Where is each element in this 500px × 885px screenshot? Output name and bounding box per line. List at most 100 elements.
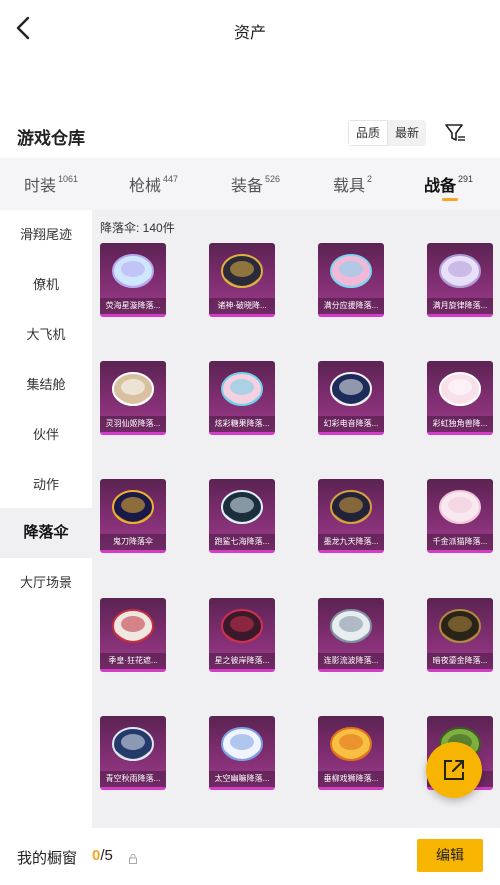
parachute-card: 荧海星漩降落... — [100, 243, 166, 317]
parachute-card: 幻彩电音降落... — [318, 361, 384, 435]
parachute-image — [112, 727, 154, 761]
showcase-count: 0/5 — [92, 847, 113, 864]
parachute-name: 垂柳戏狮降落... — [318, 771, 384, 787]
tab-combat-gear[interactable]: 战备 291 — [424, 172, 473, 196]
parachute-name: 灵羽仙姬降落... — [100, 416, 166, 432]
lock-icon — [128, 851, 138, 864]
parachute-image — [330, 727, 372, 761]
parachute-item[interactable]: 满月旋律降落... — [427, 243, 493, 317]
sidebar-item-big-plane[interactable]: 大飞机 — [0, 310, 92, 360]
parachute-name: 炫彩糖果降落... — [209, 416, 275, 432]
parachute-item[interactable]: 灵羽仙姬降落... — [100, 361, 166, 435]
parachute-image — [330, 609, 372, 643]
parachute-image — [221, 727, 263, 761]
item-grid: 降落伞: 140件 荧海星漩降落... 诸神·破晓降... 满分应援降落... 满月旋… — [92, 210, 500, 828]
sidebar-item-parachute[interactable]: 降落伞 — [0, 508, 92, 558]
sort-toggle: 品质 最新 — [348, 120, 427, 146]
showcase-bar: 我的橱窗 0/5 编辑 — [0, 828, 500, 885]
sidebar-item-partner[interactable]: 伙伴 — [0, 410, 92, 460]
parachute-name: 墨龙九天降落... — [318, 534, 384, 550]
sidebar-item-lobby-scene[interactable]: 大厅场景 — [0, 558, 92, 608]
tab-fashion[interactable]: 时装 1061 — [24, 172, 78, 196]
external-link-icon — [444, 760, 464, 780]
parachute-name: 彩虹独角兽降... — [427, 416, 493, 432]
parachute-name: 季皇·狂花遮... — [100, 653, 166, 669]
parachute-name: 荧海星漩降落... — [100, 298, 166, 314]
section-title: 游戏仓库 — [17, 129, 85, 148]
parachute-image — [439, 254, 481, 288]
parachute-item[interactable]: 星之彼岸降落... — [209, 598, 275, 672]
parachute-item[interactable]: 太空幽嘛降落... — [209, 716, 275, 790]
parachute-item[interactable]: 炫彩糖果降落... — [209, 361, 275, 435]
parachute-name: 暗夜鎏金降落... — [427, 653, 493, 669]
parachute-image — [439, 609, 481, 643]
filter-icon[interactable] — [444, 122, 466, 144]
parachute-item[interactable]: 满分应援降落... — [318, 243, 384, 317]
parachute-item[interactable]: 青空秋雨降落... — [100, 716, 166, 790]
parachute-item[interactable]: 跑鲨七海降落... — [209, 479, 275, 553]
tab-weapons[interactable]: 枪械 447 — [129, 172, 178, 196]
parachute-name: 连影流波降落... — [318, 653, 384, 669]
sort-latest-button[interactable]: 最新 — [388, 120, 426, 146]
parachute-image — [439, 490, 481, 524]
parachute-card: 满月旋律降落... — [427, 243, 493, 317]
parachute-item[interactable]: 垂柳戏狮降落... — [318, 716, 384, 790]
parachute-image — [112, 609, 154, 643]
sidebar-item-glide-trail[interactable]: 滑翔尾迹 — [0, 210, 92, 260]
parachute-name: 满分应援降落... — [318, 298, 384, 314]
sidebar-item-emote[interactable]: 动作 — [0, 460, 92, 510]
parachute-image — [221, 490, 263, 524]
parachute-card: 太空幽嘛降落... — [209, 716, 275, 790]
parachute-item[interactable]: 幻彩电音降落... — [318, 361, 384, 435]
parachute-card: 墨龙九天降落... — [318, 479, 384, 553]
parachute-card: 千金派猫降落... — [427, 479, 493, 553]
parachute-card: 炫彩糖果降落... — [209, 361, 275, 435]
parachute-name: 星之彼岸降落... — [209, 653, 275, 669]
sort-quality-button[interactable]: 品质 — [348, 120, 389, 146]
parachute-item[interactable]: 连影流波降落... — [318, 598, 384, 672]
parachute-item[interactable]: 暗夜鎏金降落... — [427, 598, 493, 672]
parachute-item[interactable]: 千金派猫降落... — [427, 479, 493, 553]
parachute-image — [112, 254, 154, 288]
parachute-item[interactable]: 彩虹独角兽降... — [427, 361, 493, 435]
active-tab-indicator — [442, 198, 458, 201]
parachute-card: 灵羽仙姬降落... — [100, 361, 166, 435]
section-header: 游戏仓库 品质 最新 — [0, 118, 500, 152]
parachute-card: 暗夜鎏金降落... — [427, 598, 493, 672]
parachute-name: 鬼刀降落伞 — [100, 534, 166, 550]
edit-button[interactable]: 编辑 — [417, 839, 483, 872]
showcase-label: 我的橱窗 — [17, 850, 78, 867]
parachute-image — [221, 609, 263, 643]
parachute-card: 诸神·破晓降... — [209, 243, 275, 317]
parachute-name: 满月旋律降落... — [427, 298, 493, 314]
sidebar: 滑翔尾迹 僚机 大飞机 集结舱 伙伴 动作 降落伞 大厅场景 — [0, 210, 92, 828]
parachute-item[interactable]: 季皇·狂花遮... — [100, 598, 166, 672]
top-bar: 资产 — [0, 0, 500, 60]
parachute-name: 诸神·破晓降... — [209, 298, 275, 314]
parachute-item[interactable]: 荧海星漩降落... — [100, 243, 166, 317]
parachute-item[interactable]: 鬼刀降落伞 — [100, 479, 166, 553]
parachute-image — [439, 372, 481, 406]
parachute-name: 千金派猫降落... — [427, 534, 493, 550]
parachute-card: 季皇·狂花遮... — [100, 598, 166, 672]
sidebar-item-wingman[interactable]: 僚机 — [0, 260, 92, 310]
parachute-card: 连影流波降落... — [318, 598, 384, 672]
parachute-image — [221, 372, 263, 406]
tab-equipment[interactable]: 装备 526 — [231, 172, 280, 196]
category-tabs: 时装 1061 枪械 447 装备 526 载具 2 战备 291 — [0, 158, 500, 210]
parachute-item[interactable]: 诸神·破晓降... — [209, 243, 275, 317]
parachute-image — [330, 490, 372, 524]
parachute-item[interactable]: 墨龙九天降落... — [318, 479, 384, 553]
sidebar-item-assembly-pod[interactable]: 集结舱 — [0, 360, 92, 410]
page-title: 资产 — [233, 25, 266, 42]
item-count: 降落伞: 140件 — [100, 221, 175, 235]
tab-vehicles[interactable]: 载具 2 — [333, 172, 372, 196]
parachute-card: 青空秋雨降落... — [100, 716, 166, 790]
parachute-card: 星之彼岸降落... — [209, 598, 275, 672]
parachute-image — [112, 372, 154, 406]
parachute-name: 幻彩电音降落... — [318, 416, 384, 432]
parachute-card: 鬼刀降落伞 — [100, 479, 166, 553]
share-button[interactable] — [426, 742, 482, 798]
parachute-image — [112, 490, 154, 524]
parachute-card: 跑鲨七海降落... — [209, 479, 275, 553]
